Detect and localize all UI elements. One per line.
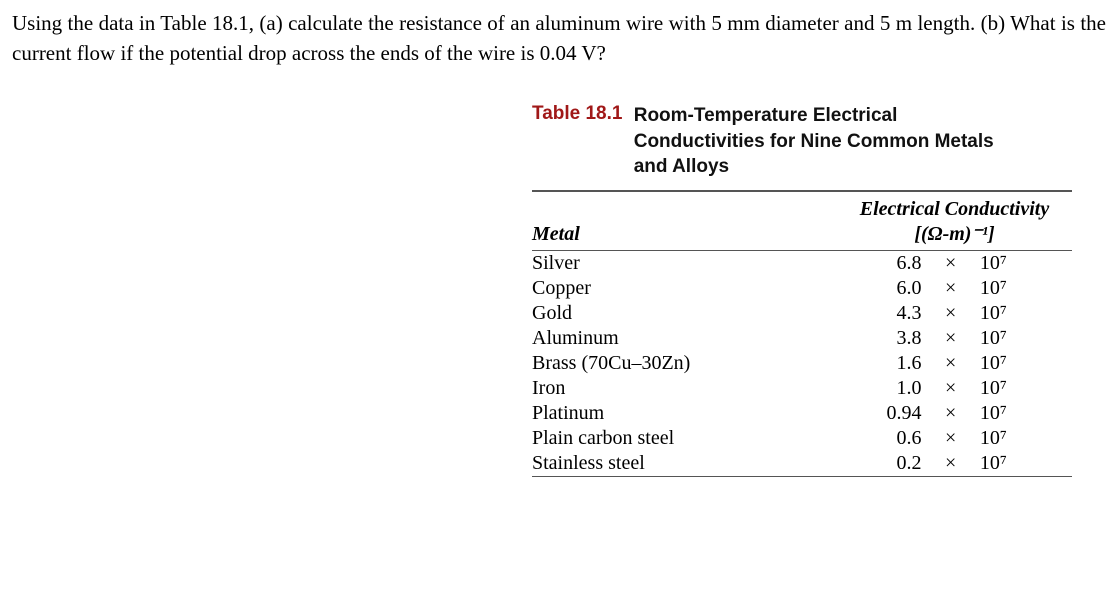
cell-base: 10⁷: [980, 250, 1072, 276]
cell-base: 10⁷: [980, 426, 1072, 451]
cell-coef: 1.6: [837, 351, 921, 376]
table-row: Copper6.0×10⁷: [532, 276, 1072, 301]
cell-base: 10⁷: [980, 326, 1072, 351]
cell-base: 10⁷: [980, 351, 1072, 376]
conductivity-table: Metal Electrical Conductivity [(Ω-m)⁻¹] …: [532, 192, 1072, 476]
table-row: Aluminum3.8×10⁷: [532, 326, 1072, 351]
cell-metal: Gold: [532, 301, 837, 326]
cell-metal: Brass (70Cu–30Zn): [532, 351, 837, 376]
cell-metal: Stainless steel: [532, 451, 837, 476]
table-row: Plain carbon steel0.6×10⁷: [532, 426, 1072, 451]
cell-metal: Iron: [532, 376, 837, 401]
cell-coef: 6.8: [837, 250, 921, 276]
cell-metal: Copper: [532, 276, 837, 301]
table-row: Stainless steel0.2×10⁷: [532, 451, 1072, 476]
cell-times: ×: [921, 426, 979, 451]
cell-times: ×: [921, 250, 979, 276]
table-row: Silver6.8×10⁷: [532, 250, 1072, 276]
table-row: Gold4.3×10⁷: [532, 301, 1072, 326]
cell-coef: 1.0: [837, 376, 921, 401]
col-header-metal: Metal: [532, 192, 837, 251]
table-title: Room-Temperature Electrical Conductiviti…: [634, 103, 1029, 180]
cell-metal: Plain carbon steel: [532, 426, 837, 451]
cell-coef: 3.8: [837, 326, 921, 351]
cell-metal: Silver: [532, 250, 837, 276]
col-header-cond-line1: Electrical Conductivity: [837, 198, 1072, 221]
table-18-1: Table 18.1 Room-Temperature Electrical C…: [532, 103, 1072, 477]
cell-times: ×: [921, 451, 979, 476]
table-row: Platinum0.94×10⁷: [532, 401, 1072, 426]
table-row: Brass (70Cu–30Zn)1.6×10⁷: [532, 351, 1072, 376]
cell-times: ×: [921, 376, 979, 401]
cell-metal: Platinum: [532, 401, 837, 426]
cell-base: 10⁷: [980, 301, 1072, 326]
cell-coef: 0.94: [837, 401, 921, 426]
cell-base: 10⁷: [980, 451, 1072, 476]
cell-base: 10⁷: [980, 376, 1072, 401]
table-label: Table 18.1: [532, 103, 622, 125]
cell-base: 10⁷: [980, 276, 1072, 301]
cell-times: ×: [921, 401, 979, 426]
cell-metal: Aluminum: [532, 326, 837, 351]
cell-times: ×: [921, 301, 979, 326]
table-row: Iron1.0×10⁷: [532, 376, 1072, 401]
cell-times: ×: [921, 326, 979, 351]
cell-coef: 4.3: [837, 301, 921, 326]
col-header-conductivity: Electrical Conductivity [(Ω-m)⁻¹]: [837, 192, 1072, 251]
table-caption: Table 18.1 Room-Temperature Electrical C…: [532, 103, 1072, 180]
question-text: Using the data in Table 18.1, (a) calcul…: [12, 8, 1106, 69]
col-header-cond-line2: [(Ω-m)⁻¹]: [837, 221, 1072, 246]
cell-times: ×: [921, 276, 979, 301]
cell-coef: 6.0: [837, 276, 921, 301]
cell-coef: 0.2: [837, 451, 921, 476]
rule-bottom: [532, 476, 1072, 477]
cell-base: 10⁷: [980, 401, 1072, 426]
cell-coef: 0.6: [837, 426, 921, 451]
cell-times: ×: [921, 351, 979, 376]
